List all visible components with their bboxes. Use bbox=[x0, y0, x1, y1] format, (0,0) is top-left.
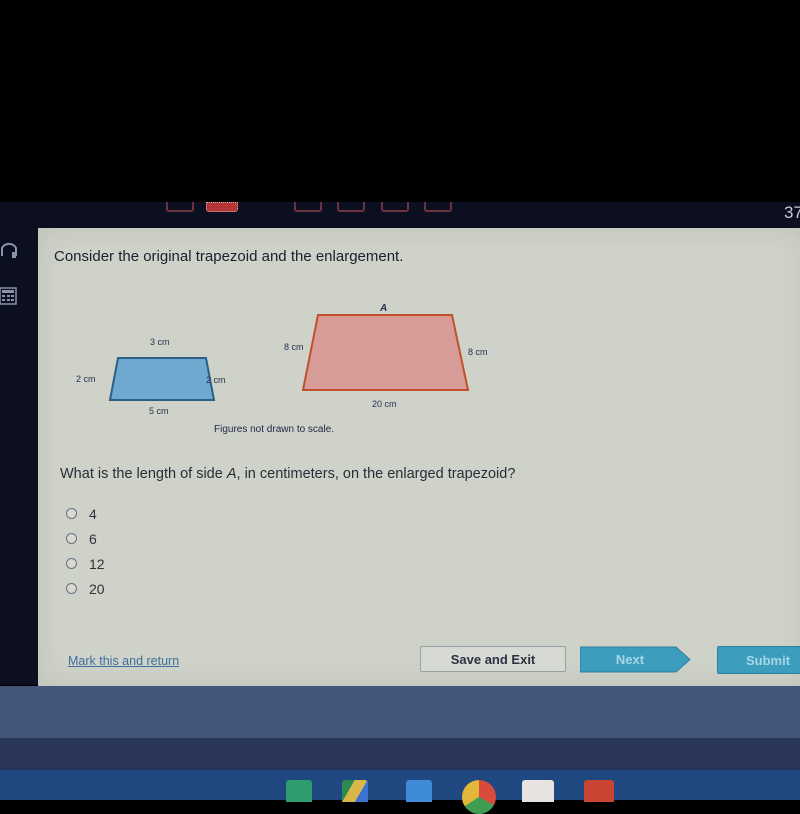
choice-label: 20 bbox=[89, 580, 105, 597]
chrome-icon[interactable] bbox=[462, 780, 496, 814]
calculator-icon[interactable] bbox=[0, 286, 18, 306]
question-tab[interactable] bbox=[337, 202, 365, 212]
question-text: What is the length of side A, in centime… bbox=[60, 466, 515, 482]
desktop-background bbox=[0, 686, 800, 738]
original-trapezoid bbox=[108, 357, 216, 401]
question-text-after: , in centimeters, on the enlarged trapez… bbox=[236, 466, 516, 482]
enlarged-trapezoid bbox=[301, 314, 470, 391]
gmail-icon[interactable] bbox=[522, 780, 554, 802]
youtube-icon[interactable] bbox=[584, 780, 614, 802]
scale-note: Figures not drawn to scale. bbox=[214, 424, 335, 435]
answer-choice[interactable]: 4 bbox=[66, 501, 105, 526]
save-and-exit-button[interactable]: Save and Exit bbox=[420, 646, 566, 672]
desktop-background-lower bbox=[0, 738, 800, 770]
enlarged-left-label: 8 cm bbox=[284, 342, 304, 352]
drive-icon[interactable] bbox=[342, 780, 368, 802]
enlarged-top-label: A bbox=[380, 303, 388, 314]
next-button[interactable]: Next bbox=[580, 646, 730, 673]
answer-choices: 4 6 12 20 bbox=[66, 501, 105, 601]
docs-icon[interactable] bbox=[406, 780, 432, 802]
question-text-before: What is the length of side bbox=[60, 466, 227, 482]
answer-choice[interactable]: 20 bbox=[66, 576, 105, 601]
screen-bezel bbox=[0, 0, 800, 202]
radio-button[interactable] bbox=[66, 583, 77, 594]
question-counter: 37 bbox=[784, 203, 800, 222]
question-tab-current[interactable] bbox=[206, 202, 238, 212]
radio-button[interactable] bbox=[66, 508, 77, 519]
question-tab[interactable] bbox=[166, 202, 194, 212]
next-label: Next bbox=[615, 652, 645, 667]
original-bottom-label: 5 cm bbox=[149, 406, 169, 416]
mark-and-return-link[interactable]: Mark this and return bbox=[68, 654, 179, 668]
question-tab[interactable] bbox=[381, 202, 409, 212]
left-rail bbox=[0, 230, 38, 685]
enlarged-bottom-label: 20 cm bbox=[372, 399, 397, 409]
figures bbox=[108, 314, 470, 401]
headphones-icon[interactable] bbox=[0, 238, 20, 262]
question-panel: Consider the original trapezoid and the … bbox=[38, 228, 800, 686]
submit-button[interactable]: Submit bbox=[717, 646, 800, 674]
question-tab[interactable] bbox=[424, 202, 452, 212]
sheets-icon[interactable] bbox=[286, 780, 312, 802]
original-right-label: 2 cm bbox=[206, 375, 226, 385]
radio-button[interactable] bbox=[66, 558, 77, 569]
answer-choice[interactable]: 12 bbox=[66, 551, 105, 576]
choice-label: 6 bbox=[89, 530, 97, 547]
choice-label: 12 bbox=[89, 555, 105, 572]
answer-choice[interactable]: 6 bbox=[66, 526, 105, 551]
app-shelf bbox=[0, 770, 800, 800]
choice-label: 4 bbox=[89, 505, 97, 522]
original-top-label: 3 cm bbox=[150, 337, 170, 347]
radio-button[interactable] bbox=[66, 533, 77, 544]
enlarged-right-label: 8 cm bbox=[468, 347, 488, 357]
original-left-label: 2 cm bbox=[76, 374, 96, 384]
question-tab[interactable] bbox=[294, 202, 322, 212]
question-variable: A bbox=[226, 466, 237, 482]
